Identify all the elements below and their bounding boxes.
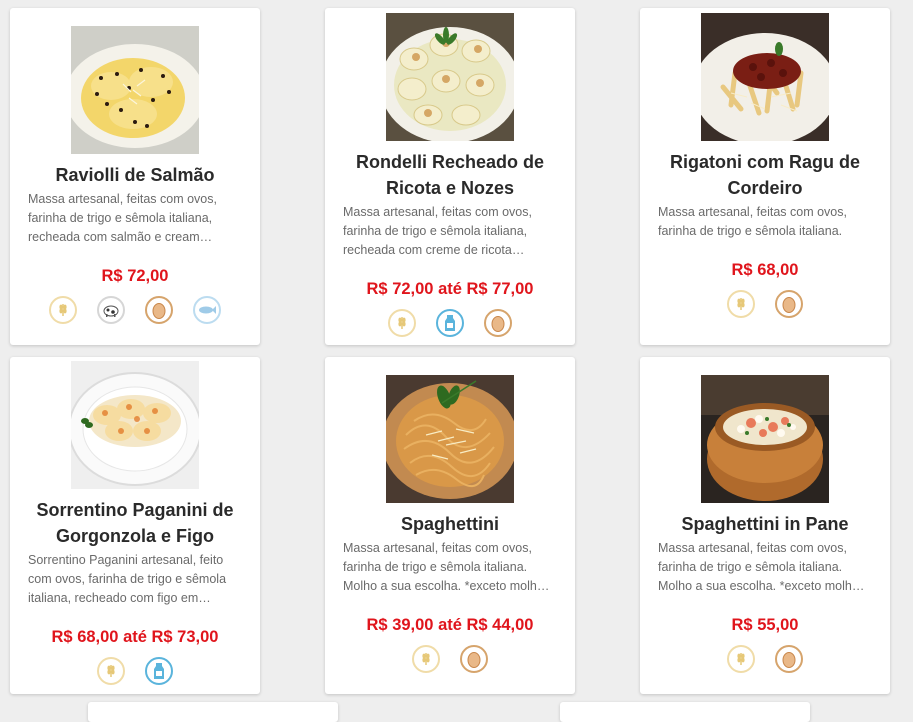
dish-title[interactable]: Spaghettini <box>325 511 575 537</box>
dish-photo[interactable] <box>701 375 829 503</box>
dish-photo[interactable] <box>71 26 199 154</box>
gluten-icon <box>727 290 755 318</box>
dairy-icon <box>97 296 125 324</box>
dish-description: Massa artesanal, feitas com ovos, farinh… <box>658 205 847 238</box>
dish-photo[interactable] <box>71 361 199 489</box>
gluten-icon <box>97 657 125 685</box>
gluten-icon <box>49 296 77 324</box>
allergen-icons <box>49 296 221 324</box>
dish-title[interactable]: Sorrentino Paganini de Gorgonzola e Figo <box>10 497 260 549</box>
dish-photo[interactable] <box>386 375 514 503</box>
dish-price: R$ 39,00 até R$ 44,00 <box>366 616 534 634</box>
dish-price: R$ 68,00 <box>731 261 799 279</box>
allergen-icons <box>97 657 173 685</box>
allergen-icons <box>412 645 488 673</box>
dish-title[interactable]: Spaghettini in Pane <box>640 511 890 537</box>
dish-description: Massa artesanal, feitas com ovos, farinh… <box>658 541 865 593</box>
egg-icon <box>460 645 488 673</box>
dish-photo[interactable] <box>701 13 829 141</box>
lactose-icon <box>436 309 464 337</box>
dish-price: R$ 68,00 até R$ 73,00 <box>51 628 219 646</box>
egg-icon <box>775 290 803 318</box>
dish-description: Massa artesanal, feitas com ovos, farinh… <box>343 205 532 257</box>
menu-item-card[interactable]: Sorrentino Paganini de Gorgonzola e Figo… <box>10 357 260 694</box>
gluten-icon <box>412 645 440 673</box>
dish-title[interactable]: Rondelli Recheado de Ricota e Nozes <box>325 149 575 201</box>
egg-icon <box>775 645 803 673</box>
menu-item-card[interactable]: Rondelli Recheado de Ricota e Nozes Mass… <box>325 8 575 345</box>
allergen-icons <box>727 645 803 673</box>
dish-price: R$ 72,00 até R$ 77,00 <box>366 280 534 298</box>
gluten-icon <box>388 309 416 337</box>
menu-item-card[interactable] <box>560 702 810 722</box>
menu-item-card[interactable]: Spaghettini Massa artesanal, feitas com … <box>325 357 575 694</box>
egg-icon <box>484 309 512 337</box>
egg-icon <box>145 296 173 324</box>
menu-item-card[interactable] <box>88 702 338 722</box>
menu-item-card[interactable]: Raviolli de Salmão Massa artesanal, feit… <box>10 8 260 345</box>
dish-title[interactable]: Raviolli de Salmão <box>10 162 260 188</box>
menu-item-card[interactable]: Spaghettini in Pane Massa artesanal, fei… <box>640 357 890 694</box>
dish-title[interactable]: Rigatoni com Ragu de Cordeiro <box>640 149 890 201</box>
dish-description: Sorrentino Paganini artesanal, feito com… <box>28 553 227 605</box>
lactose-icon <box>145 657 173 685</box>
dish-description: Massa artesanal, feitas com ovos, farinh… <box>343 541 550 593</box>
allergen-icons <box>388 309 512 337</box>
dish-price: R$ 55,00 <box>731 616 799 634</box>
fish-icon <box>193 296 221 324</box>
gluten-icon <box>727 645 755 673</box>
dish-photo[interactable] <box>386 13 514 141</box>
allergen-icons <box>727 290 803 318</box>
dish-description: Massa artesanal, feitas com ovos, farinh… <box>28 192 217 244</box>
menu-item-card[interactable]: Rigatoni com Ragu de Cordeiro Massa arte… <box>640 8 890 345</box>
dish-price: R$ 72,00 <box>101 267 169 285</box>
